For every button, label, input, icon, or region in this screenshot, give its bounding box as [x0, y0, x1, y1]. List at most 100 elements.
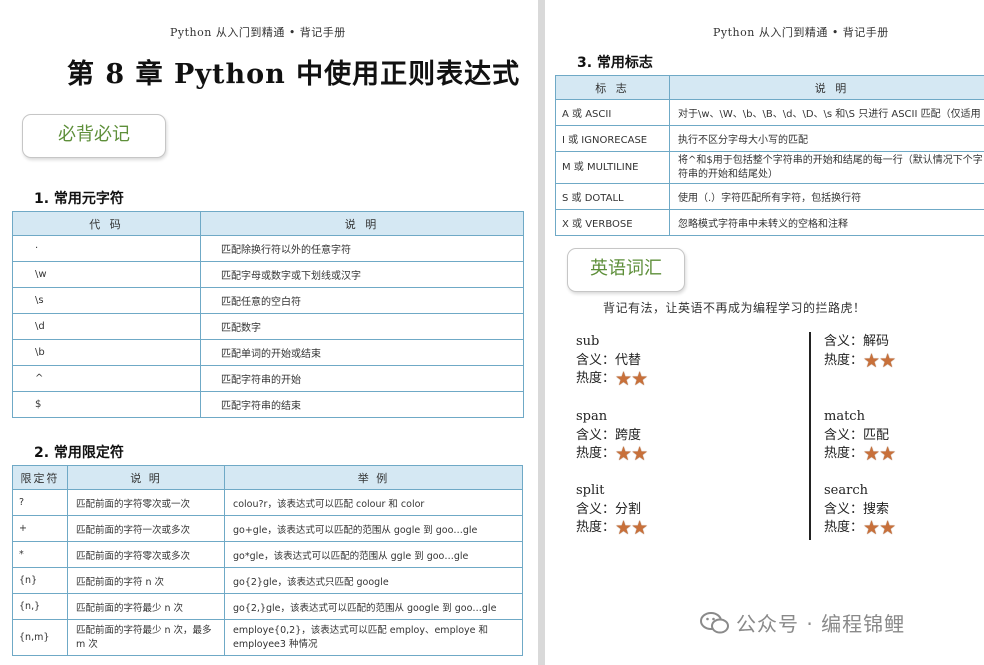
section-heading-quantifiers: 2. 常用限定符: [34, 445, 124, 461]
table-row: \d 匹配数字: [12, 313, 524, 340]
vocab-word: match: [824, 409, 865, 424]
vocab-meaning: 代替: [615, 352, 642, 368]
wechat-watermark: 公众号 · 编程锦鲤: [700, 608, 905, 637]
quantifier-example: go{2}gle，该表达式只匹配 google: [224, 567, 523, 594]
table-row: \w 匹配字母或数字或下划线或汉字: [12, 261, 524, 288]
heat-label: 热度：: [824, 352, 864, 368]
metachar-code: \d: [12, 313, 201, 340]
table-header-row: 代 码 说 明: [12, 211, 524, 236]
heat-stars: ★★: [615, 517, 648, 541]
metachar-code: \s: [12, 287, 201, 314]
quantifier-example: go{2,}gle，该表达式可以匹配的范围从 google 到 goo…gle: [224, 593, 523, 620]
right-page: Python 从入门到精通 • 背记手册 3. 常用标志 标 志 说 明 A 或…: [545, 0, 984, 665]
watermark-text: 公众号 · 编程锦鲤: [736, 612, 906, 636]
vocab-word: span: [576, 409, 608, 424]
must-memorize-callout: 必背必记: [22, 114, 166, 158]
table-row: \s 匹配任意的空白符: [12, 287, 524, 314]
table-row: M 或 MULTILINE 将^和$用于包括整个字符串的开始和结尾的每一行（默认情…: [555, 151, 984, 184]
vocab-card: match 含义：匹配 热度：★★: [824, 408, 897, 467]
metachar-description: 匹配除换行符以外的任意字符: [200, 235, 524, 262]
quantifier-table: 限定符 说 明 举 例 ? 匹配前面的字符零次或一次 colou?r，该表达式可以匹…: [12, 465, 523, 656]
column-header-description: 说 明: [669, 75, 984, 100]
vocab-heat-line: 热度：★★: [824, 443, 897, 467]
vocab-meaning: 跨度: [615, 427, 642, 443]
vocab-meaning: 匹配: [863, 427, 890, 443]
table-row: A 或 ASCII 对于\w、\W、\b、\B、\d、\D、\s 和\S 只进行 …: [555, 99, 984, 126]
star-icon: ★: [879, 517, 897, 539]
vocab-heat-line: 热度：★★: [576, 443, 649, 467]
heat-stars: ★★: [863, 349, 897, 374]
vocab-heat-line: 热度：★★: [576, 517, 648, 541]
vocab-card: 含义：解码 热度：★★: [824, 333, 897, 374]
table-row: * 匹配前面的字符零次或多次 go*gle，该表达式可以匹配的范围从 ggle 到 …: [12, 541, 523, 568]
table-row: $ 匹配字符串的结束: [12, 391, 524, 418]
star-icon: ★: [879, 349, 897, 372]
star-icon: ★: [615, 517, 633, 539]
quantifier-symbol: {n}: [12, 567, 68, 594]
wechat-icon: [700, 612, 730, 634]
table-row: {n,} 匹配前面的字符最少 n 次 go{2,}gle，该表达式可以匹配的范围从 …: [12, 593, 523, 620]
star-icon: ★: [863, 349, 881, 372]
flags-table: 标 志 说 明 A 或 ASCII 对于\w、\W、\b、\B、\d、\D、\s …: [555, 75, 984, 236]
chapter-title: 第 8 章 Python 中使用正则表达式: [67, 59, 521, 90]
column-header-description: 说 明: [200, 211, 524, 236]
running-header: Python 从入门到精通 • 背记手册: [170, 26, 346, 39]
table-row: + 匹配前面的字符一次或多次 go+gle，该表达式可以匹配的范围从 gogle 到…: [12, 515, 523, 542]
flag-name: M 或 MULTILINE: [555, 151, 670, 184]
vocabulary-column-divider: [809, 332, 811, 540]
heat-label: 热度：: [576, 371, 616, 386]
star-icon: ★: [615, 443, 633, 465]
vocab-meaning: 分割: [615, 501, 642, 517]
metachar-description: 匹配数字: [200, 313, 524, 340]
star-icon: ★: [879, 443, 897, 465]
metachar-description: 匹配字符串的开始: [200, 365, 524, 392]
heat-label: 热度：: [576, 520, 616, 535]
quantifier-example: go*gle，该表达式可以匹配的范围从 ggle 到 goo…gle: [224, 541, 523, 568]
column-header-code: 代 码: [12, 211, 201, 236]
vocab-heat-line: 热度：★★: [576, 370, 648, 392]
quantifier-symbol: ?: [12, 489, 68, 516]
vocabulary-intro: 背记有法，让英语不再成为编程学习的拦路虎！: [603, 301, 866, 315]
quantifier-description: 匹配前面的字符 n 次: [67, 567, 225, 594]
column-header-description: 说 明: [67, 465, 225, 490]
heat-label: 热度：: [824, 520, 864, 535]
table-row: I 或 IGNORECASE 执行不区分字母大小写的匹配: [555, 125, 984, 152]
column-header-example: 举 例: [224, 465, 523, 490]
metachar-description: 匹配字母或数字或下划线或汉字: [200, 261, 524, 288]
flag-description: 对于\w、\W、\b、\B、\d、\D、\s 和\S 只进行 ASCII 匹配（…: [669, 99, 984, 126]
flag-name: A 或 ASCII: [555, 99, 670, 126]
vocab-card: sub 含义：代替 热度：★★: [576, 333, 648, 392]
quantifier-description: 匹配前面的字符最少 n 次: [67, 593, 225, 620]
vocab-card: search 含义：搜索 热度：★★: [824, 482, 897, 541]
quantifier-example: employe{0,2}，该表达式可以匹配 employ、employe 和 e…: [224, 619, 523, 656]
quantifier-description: 匹配前面的字符零次或多次: [67, 541, 225, 568]
quantifier-description: 匹配前面的字符一次或多次: [67, 515, 225, 542]
flag-name: X 或 VERBOSE: [555, 209, 670, 236]
metachar-description: 匹配任意的空白符: [200, 287, 524, 314]
meaning-label: 含义：: [576, 427, 616, 443]
quantifier-example: colou?r，该表达式可以匹配 colour 和 color: [224, 489, 523, 516]
heat-label: 热度：: [576, 446, 616, 461]
quantifier-description: 匹配前面的字符零次或一次: [67, 489, 225, 516]
table-row: \b 匹配单词的开始或结束: [12, 339, 524, 366]
table-row: ? 匹配前面的字符零次或一次 colou?r，该表达式可以匹配 colour 和 c…: [12, 489, 523, 516]
vocab-word: search: [824, 483, 868, 498]
vocab-heat-line: 热度：★★: [824, 517, 897, 541]
table-row: X 或 VERBOSE 忽略模式字符串中未转义的空格和注释: [555, 209, 984, 236]
metachar-code: \w: [12, 261, 201, 288]
meaning-label: 含义：: [576, 352, 616, 368]
meaning-label: 含义：: [824, 427, 864, 443]
quantifier-symbol: {n,}: [12, 593, 68, 620]
table-row: {n} 匹配前面的字符 n 次 go{2}gle，该表达式只匹配 google: [12, 567, 523, 594]
vocab-card: span 含义：跨度 热度：★★: [576, 408, 649, 467]
section-heading-flags: 3. 常用标志: [577, 55, 653, 71]
column-header-quantifier: 限定符: [12, 465, 68, 490]
metacharacter-table: 代 码 说 明 · 匹配除换行符以外的任意字符 \w 匹配字母或数字或下划线或汉字 …: [12, 211, 524, 418]
metachar-code: ·: [12, 235, 201, 262]
vocab-heat-line: 热度：★★: [824, 349, 897, 374]
table-header-row: 标 志 说 明: [555, 75, 984, 100]
star-icon: ★: [631, 443, 649, 465]
vocab-word: split: [576, 483, 605, 498]
flag-description: 忽略模式字符串中未转义的空格和注释: [669, 209, 984, 236]
flag-name: I 或 IGNORECASE: [555, 125, 670, 152]
